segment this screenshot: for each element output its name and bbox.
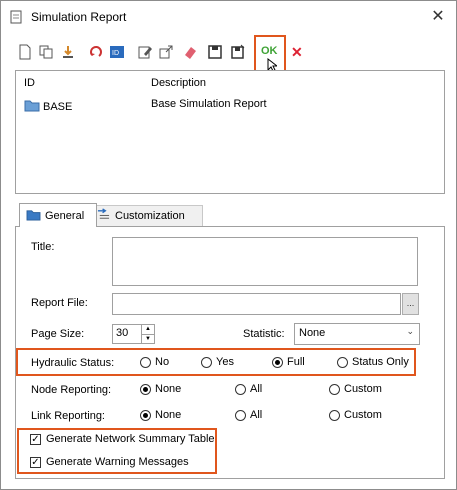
link-reporting-custom[interactable]: Custom [329, 409, 382, 421]
radio-circle [235, 409, 246, 421]
tab-general[interactable]: General [19, 203, 97, 227]
folder-icon [24, 98, 40, 115]
hydraulic-status-status-only[interactable]: Status Only [337, 356, 409, 368]
save-icon[interactable] [207, 44, 223, 60]
stepper-up-icon[interactable]: ▲ [142, 325, 154, 335]
radio-circle-selected [140, 409, 151, 421]
link-reporting-label: Link Reporting: [31, 410, 105, 422]
statistic-value: None [299, 327, 326, 339]
radio-label: All [250, 383, 263, 395]
page-size-value: 30 [116, 327, 129, 339]
radio-circle [337, 356, 348, 368]
radio-circle [329, 383, 340, 395]
simulation-report-dialog: Simulation Report ✕ ID OK ✕ ID Descripti… [0, 0, 457, 490]
window-title: Simulation Report [31, 10, 127, 24]
report-icon [9, 10, 23, 24]
statistic-select[interactable]: None ⌄ [294, 323, 420, 345]
column-header-id[interactable]: ID [24, 77, 35, 89]
radio-label: Yes [216, 356, 234, 368]
node-reporting-label: Node Reporting: [31, 384, 112, 396]
radio-circle [201, 356, 212, 368]
tab-customization[interactable]: Customization [89, 205, 203, 226]
delete-icon[interactable]: ✕ [291, 44, 303, 61]
hydraulic-status-no[interactable]: No [140, 356, 169, 368]
hydraulic-status-label: Hydraulic Status: [31, 357, 115, 369]
refresh-icon[interactable] [88, 44, 104, 60]
node-reporting-custom[interactable]: Custom [329, 383, 382, 395]
row-description-text: Base Simulation Report [151, 98, 267, 110]
generate-network-summary-checkbox[interactable]: ✓ Generate Network Summary Table [30, 433, 215, 445]
import-icon[interactable] [60, 44, 76, 60]
radio-circle [329, 409, 340, 421]
page-size-label: Page Size: [31, 328, 85, 340]
svg-text:ID: ID [112, 50, 119, 57]
hydraulic-status-yes[interactable]: Yes [201, 356, 234, 368]
radio-label: None [155, 409, 182, 421]
column-header-description[interactable]: Description [151, 77, 206, 89]
checkmark-icon: ✓ [30, 433, 41, 445]
title-label: Title: [31, 241, 55, 253]
page-size-stepper[interactable]: 30 ▲ ▼ [112, 324, 155, 344]
generate-warning-messages-checkbox[interactable]: ✓ Generate Warning Messages [30, 456, 189, 468]
save-as-icon[interactable] [230, 44, 246, 60]
report-list[interactable]: ID Description BASE Base Simulation Repo… [15, 70, 445, 194]
radio-label: Full [287, 356, 305, 368]
report-file-input[interactable] [112, 293, 401, 315]
radio-label: None [155, 383, 182, 395]
link-reporting-none[interactable]: None [140, 409, 181, 421]
id-icon[interactable]: ID [109, 44, 125, 60]
eraser-icon[interactable] [182, 44, 198, 60]
tab-strip: General Customization [15, 203, 445, 227]
new-icon[interactable] [17, 44, 33, 60]
row-id-text: BASE [43, 100, 73, 113]
chevron-down-icon: ⌄ [406, 326, 414, 336]
hydraulic-status-full[interactable]: Full [272, 356, 305, 368]
checkbox-label: Generate Network Summary Table [46, 433, 215, 445]
report-file-label: Report File: [31, 297, 88, 309]
node-reporting-none[interactable]: None [140, 383, 181, 395]
radio-label: All [250, 409, 263, 421]
radio-label: Custom [344, 383, 382, 395]
radio-circle [235, 383, 246, 395]
radio-circle-selected [272, 356, 283, 368]
node-reporting-all[interactable]: All [235, 383, 262, 395]
radio-circle-selected [140, 383, 151, 395]
statistic-label: Statistic: [243, 328, 285, 340]
edit-icon[interactable] [137, 44, 153, 60]
radio-circle [140, 356, 151, 368]
folder-open-icon [26, 208, 41, 224]
ok-icon: OK [261, 45, 278, 57]
title-input[interactable] [112, 237, 418, 286]
tab-customization-label: Customization [115, 210, 185, 222]
checkmark-icon: ✓ [30, 456, 41, 468]
radio-label: Custom [344, 409, 382, 421]
title-bar: Simulation Report ✕ [1, 1, 456, 33]
table-row[interactable]: BASE [24, 98, 72, 115]
tab-general-label: General [45, 209, 85, 222]
link-reporting-all[interactable]: All [235, 409, 262, 421]
close-button[interactable]: ✕ [428, 7, 448, 27]
browse-button[interactable]: ... [402, 293, 419, 315]
radio-label: Status Only [352, 356, 409, 368]
customize-icon [96, 208, 111, 224]
radio-label: No [155, 356, 170, 368]
copy-icon[interactable] [38, 44, 54, 60]
checkbox-label: Generate Warning Messages [46, 456, 189, 468]
stepper-down-icon[interactable]: ▼ [142, 335, 154, 344]
stepper-buttons: ▲ ▼ [141, 325, 154, 343]
general-panel: Title: Report File: ... Page Size: 30 ▲ … [15, 226, 445, 479]
export-icon[interactable] [158, 44, 174, 60]
